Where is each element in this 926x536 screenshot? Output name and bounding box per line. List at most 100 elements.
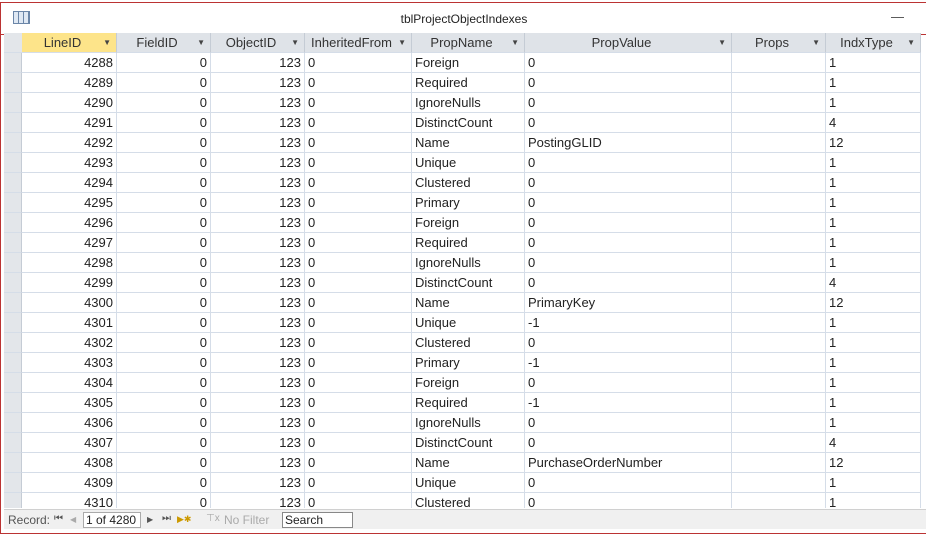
row-selector[interactable] <box>4 73 22 93</box>
cell-propvalue[interactable]: 0 <box>525 253 732 273</box>
row-selector[interactable] <box>4 293 22 313</box>
cell-inheritedfrom[interactable]: 0 <box>305 413 412 433</box>
cell-fieldid[interactable]: 0 <box>117 433 211 453</box>
cell-propname[interactable]: Name <box>412 133 525 153</box>
cell-propvalue[interactable]: 0 <box>525 93 732 113</box>
cell-lineid[interactable]: 4296 <box>22 213 117 233</box>
table-row[interactable]: 4291 0 123 0 DistinctCount 0 4 <box>4 113 926 133</box>
table-row[interactable]: 4290 0 123 0 IgnoreNulls 0 1 <box>4 93 926 113</box>
cell-propvalue[interactable]: PostingGLID <box>525 133 732 153</box>
cell-fieldid[interactable]: 0 <box>117 473 211 493</box>
cell-propvalue[interactable]: -1 <box>525 313 732 333</box>
cell-objectid[interactable]: 123 <box>211 53 305 73</box>
cell-propname[interactable]: Unique <box>412 153 525 173</box>
cell-indxtype[interactable]: 1 <box>826 393 921 413</box>
row-selector[interactable] <box>4 373 22 393</box>
cell-objectid[interactable]: 123 <box>211 473 305 493</box>
cell-objectid[interactable]: 123 <box>211 493 305 508</box>
cell-propname[interactable]: Required <box>412 73 525 93</box>
cell-indxtype[interactable]: 1 <box>826 353 921 373</box>
cell-lineid[interactable]: 4288 <box>22 53 117 73</box>
chevron-down-icon[interactable]: ▼ <box>907 33 915 52</box>
row-selector[interactable] <box>4 353 22 373</box>
cell-fieldid[interactable]: 0 <box>117 113 211 133</box>
cell-props[interactable] <box>732 253 826 273</box>
cell-propvalue[interactable]: 0 <box>525 173 732 193</box>
cell-fieldid[interactable]: 0 <box>117 73 211 93</box>
cell-fieldid[interactable]: 0 <box>117 393 211 413</box>
cell-objectid[interactable]: 123 <box>211 393 305 413</box>
cell-propname[interactable]: DistinctCount <box>412 273 525 293</box>
cell-props[interactable] <box>732 413 826 433</box>
row-selector[interactable] <box>4 413 22 433</box>
table-row[interactable]: 4292 0 123 0 Name PostingGLID 12 <box>4 133 926 153</box>
cell-props[interactable] <box>732 153 826 173</box>
cell-inheritedfrom[interactable]: 0 <box>305 93 412 113</box>
cell-lineid[interactable]: 4304 <box>22 373 117 393</box>
cell-propvalue[interactable]: 0 <box>525 213 732 233</box>
cell-inheritedfrom[interactable]: 0 <box>305 333 412 353</box>
cell-fieldid[interactable]: 0 <box>117 373 211 393</box>
row-selector[interactable] <box>4 213 22 233</box>
cell-props[interactable] <box>732 313 826 333</box>
row-selector[interactable] <box>4 393 22 413</box>
cell-indxtype[interactable]: 12 <box>826 133 921 153</box>
cell-props[interactable] <box>732 73 826 93</box>
cell-inheritedfrom[interactable]: 0 <box>305 373 412 393</box>
table-row[interactable]: 4302 0 123 0 Clustered 0 1 <box>4 333 926 353</box>
cell-propname[interactable]: Primary <box>412 353 525 373</box>
cell-objectid[interactable]: 123 <box>211 353 305 373</box>
cell-propname[interactable]: IgnoreNulls <box>412 413 525 433</box>
cell-inheritedfrom[interactable]: 0 <box>305 153 412 173</box>
cell-props[interactable] <box>732 193 826 213</box>
cell-inheritedfrom[interactable]: 0 <box>305 293 412 313</box>
cell-objectid[interactable]: 123 <box>211 193 305 213</box>
cell-propvalue[interactable]: 0 <box>525 333 732 353</box>
cell-propvalue[interactable]: 0 <box>525 433 732 453</box>
cell-indxtype[interactable]: 1 <box>826 373 921 393</box>
cell-indxtype[interactable]: 4 <box>826 433 921 453</box>
chevron-down-icon[interactable]: ▼ <box>812 33 820 52</box>
new-record-button[interactable]: ▶✱ <box>177 514 191 525</box>
cell-propvalue[interactable]: 0 <box>525 113 732 133</box>
cell-props[interactable] <box>732 493 826 508</box>
cell-lineid[interactable]: 4297 <box>22 233 117 253</box>
chevron-down-icon[interactable]: ▼ <box>511 33 519 52</box>
cell-inheritedfrom[interactable]: 0 <box>305 73 412 93</box>
cell-objectid[interactable]: 123 <box>211 293 305 313</box>
cell-props[interactable] <box>732 53 826 73</box>
row-selector[interactable] <box>4 333 22 353</box>
cell-props[interactable] <box>732 113 826 133</box>
cell-props[interactable] <box>732 133 826 153</box>
cell-props[interactable] <box>732 373 826 393</box>
cell-propvalue[interactable]: PurchaseOrderNumber <box>525 453 732 473</box>
table-row[interactable]: 4298 0 123 0 IgnoreNulls 0 1 <box>4 253 926 273</box>
table-row[interactable]: 4307 0 123 0 DistinctCount 0 4 <box>4 433 926 453</box>
cell-propname[interactable]: Unique <box>412 313 525 333</box>
cell-indxtype[interactable]: 1 <box>826 253 921 273</box>
cell-props[interactable] <box>732 173 826 193</box>
cell-propname[interactable]: Name <box>412 453 525 473</box>
row-selector[interactable] <box>4 153 22 173</box>
cell-inheritedfrom[interactable]: 0 <box>305 193 412 213</box>
cell-propname[interactable]: Required <box>412 393 525 413</box>
row-selector[interactable] <box>4 193 22 213</box>
row-selector[interactable] <box>4 93 22 113</box>
cell-inheritedfrom[interactable]: 0 <box>305 53 412 73</box>
cell-indxtype[interactable]: 1 <box>826 193 921 213</box>
cell-propvalue[interactable]: 0 <box>525 73 732 93</box>
cell-fieldid[interactable]: 0 <box>117 193 211 213</box>
cell-propname[interactable]: Clustered <box>412 333 525 353</box>
table-row[interactable]: 4288 0 123 0 Foreign 0 1 <box>4 53 926 73</box>
cell-props[interactable] <box>732 233 826 253</box>
cell-indxtype[interactable]: 1 <box>826 213 921 233</box>
cell-objectid[interactable]: 123 <box>211 273 305 293</box>
cell-fieldid[interactable]: 0 <box>117 213 211 233</box>
current-record-input[interactable]: 1 of 4280 <box>83 512 141 528</box>
table-row[interactable]: 4296 0 123 0 Foreign 0 1 <box>4 213 926 233</box>
row-selector[interactable] <box>4 313 22 333</box>
cell-fieldid[interactable]: 0 <box>117 453 211 473</box>
row-selector[interactable] <box>4 233 22 253</box>
cell-fieldid[interactable]: 0 <box>117 133 211 153</box>
cell-inheritedfrom[interactable]: 0 <box>305 273 412 293</box>
